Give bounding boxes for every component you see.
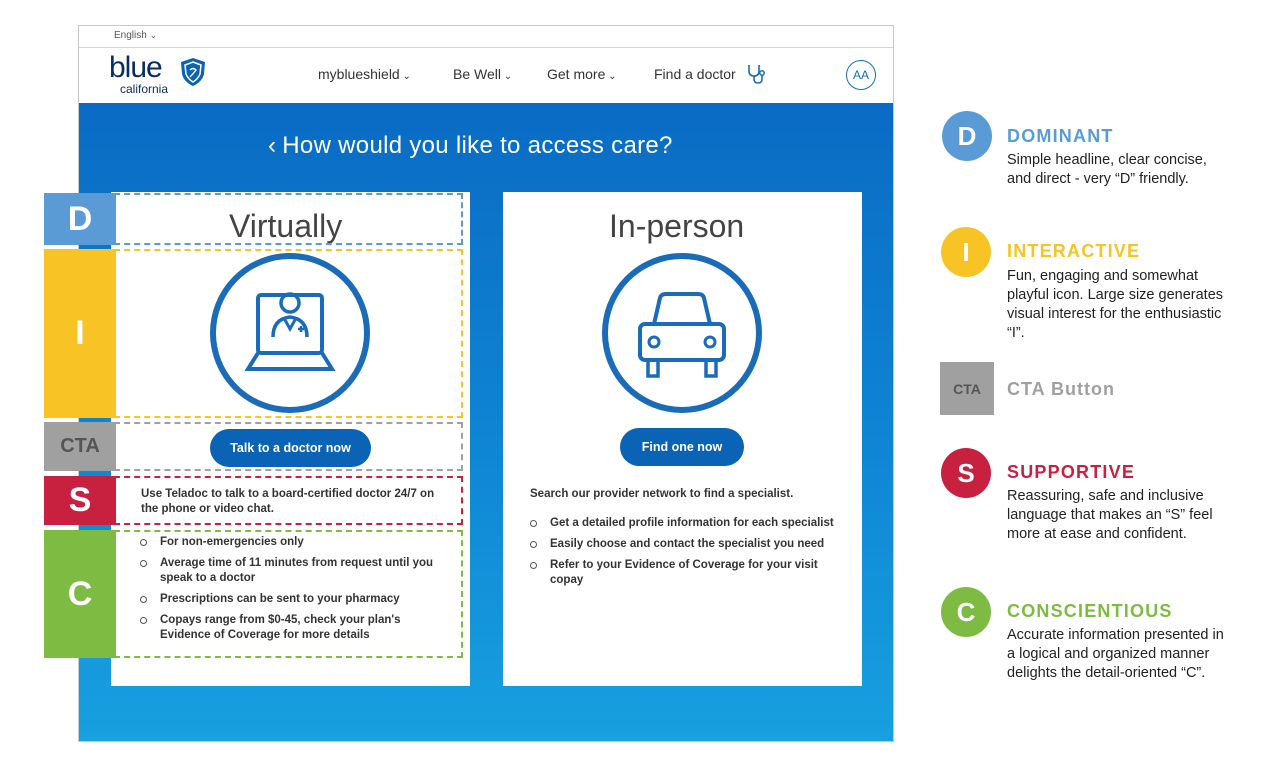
language-selector[interactable]: English ⌄ (114, 30, 157, 41)
annotation-box-i (114, 249, 463, 418)
in-person-bullet-list: Get a detailed profile information for e… (530, 516, 840, 594)
legend-s-text: Reassuring, safe and inclusive language … (1007, 488, 1213, 542)
nav-label: Be Well (453, 66, 501, 82)
annotation-box-d (114, 193, 463, 245)
legend-i-badge: I (941, 227, 991, 277)
tab-cta: CTA (44, 422, 116, 471)
car-icon (638, 292, 726, 378)
legend-c-badge: C (941, 587, 991, 637)
logo-sub: california (120, 82, 169, 96)
chevron-down-icon: ⌄ (149, 30, 158, 40)
chevron-left-icon: ‹ (268, 132, 277, 159)
legend-d-badge: D (942, 111, 992, 161)
list-item: Easily choose and contact the specialist… (530, 537, 840, 552)
legend-d-text: Simple headline, clear concise, and dire… (1007, 152, 1207, 187)
legend-cta-badge: CTA (940, 362, 994, 415)
tab-i: I (44, 249, 116, 418)
page-title: How would you like to access care? (282, 132, 673, 159)
nav-find-a-doctor[interactable]: Find a doctor (654, 66, 736, 82)
find-one-now-button[interactable]: Find one now (620, 428, 744, 466)
legend-c-title: CONSCIENTIOUS (1007, 601, 1173, 621)
shield-logo-icon (181, 58, 205, 86)
annotation-box-s (114, 476, 463, 525)
nav-label: Find a doctor (654, 66, 736, 82)
list-item: Refer to your Evidence of Coverage for y… (530, 558, 840, 588)
list-item: Get a detailed profile information for e… (530, 516, 840, 531)
nav-label: myblueshield (318, 66, 400, 82)
legend-cta-title: CTA Button (1007, 379, 1115, 399)
legend-i-text: Fun, engaging and somewhat playful icon.… (1007, 268, 1224, 341)
legend-d-title: DOMINANT (1007, 126, 1114, 146)
nav-get-more[interactable]: Get more ⌄ (547, 66, 617, 82)
tab-s: S (44, 476, 116, 525)
legend-s-badge: S (941, 448, 991, 498)
tab-d: D (44, 193, 116, 245)
language-label: English (114, 30, 147, 41)
stethoscope-icon (748, 65, 765, 84)
nav-be-well[interactable]: Be Well ⌄ (453, 66, 512, 82)
card-title-in-person: In-person (609, 208, 745, 244)
legend-c-text: Accurate information presented in a logi… (1007, 627, 1224, 681)
logo-word[interactable]: blue (109, 53, 163, 83)
tab-c: C (44, 530, 116, 658)
back-headline[interactable]: ‹ How would you like to access care? (268, 132, 673, 160)
annotation-box-c (114, 530, 463, 658)
in-person-description: Search our provider network to find a sp… (530, 488, 794, 500)
legend-s-title: SUPPORTIVE (1007, 462, 1136, 482)
nav-myblueshield[interactable]: myblueshield ⌄ (318, 66, 411, 82)
annotation-box-cta (114, 422, 463, 471)
chevron-down-icon: ⌄ (500, 71, 513, 82)
legend-i-title: INTERACTIVE (1007, 241, 1141, 261)
avatar[interactable]: AA (846, 60, 876, 90)
chevron-down-icon: ⌄ (399, 71, 411, 82)
chevron-down-icon: ⌄ (605, 71, 617, 82)
nav-label: Get more (547, 66, 606, 82)
language-bar (79, 26, 893, 48)
